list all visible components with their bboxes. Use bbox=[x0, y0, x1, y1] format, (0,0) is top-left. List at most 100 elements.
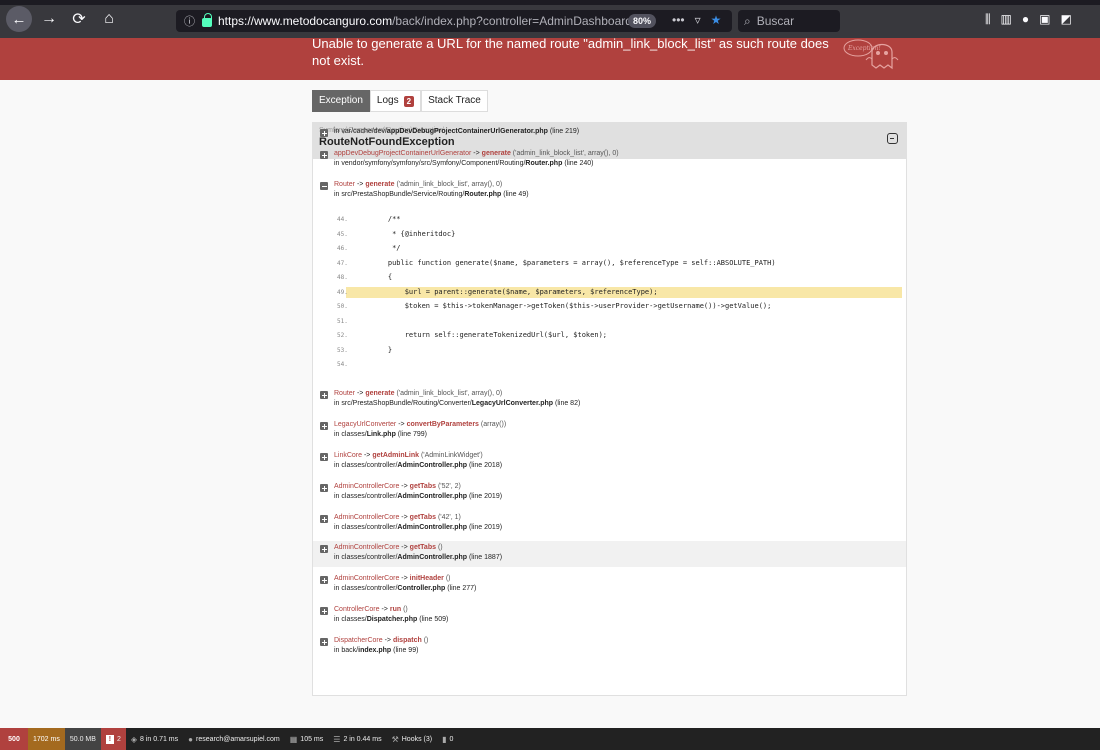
file-name[interactable]: Dispatcher.php bbox=[367, 616, 418, 623]
file-path: in src/PrestaShopBundle/Routing/Converte… bbox=[334, 400, 472, 407]
frame-args: () bbox=[436, 544, 443, 551]
zoom-indicator[interactable]: 80% bbox=[628, 14, 656, 28]
library-icon[interactable]: ⫼ bbox=[985, 12, 991, 27]
trace-frame[interactable]: Router -> generate ('admin_link_block_li… bbox=[313, 389, 906, 411]
expand-icon[interactable] bbox=[320, 484, 328, 492]
frame-args: ('admin_link_block_list', array(), 0) bbox=[394, 181, 503, 188]
file-name[interactable]: AdminController.php bbox=[397, 524, 467, 531]
frame-function: convertByParameters bbox=[406, 421, 479, 428]
error-message: Unable to generate a URL for the named r… bbox=[312, 38, 829, 68]
tab-stack-trace[interactable]: Stack Trace bbox=[421, 90, 488, 112]
code-source: public function generate($name, $paramet… bbox=[371, 258, 776, 267]
home-button[interactable]: ⌂ bbox=[96, 6, 122, 32]
modules-indicator[interactable]: ▮ 0 bbox=[437, 728, 458, 750]
extension-icon-2[interactable]: ◩ bbox=[1060, 12, 1071, 27]
call-arrow: -> bbox=[399, 575, 410, 582]
expand-icon[interactable] bbox=[320, 638, 328, 646]
file-path: in classes/controller/ bbox=[334, 524, 398, 531]
file-name[interactable]: appDevDebugProjectContainerUrlGenerator.… bbox=[387, 128, 548, 135]
queries-indicator[interactable]: ☰ 2 in 0.44 ms bbox=[328, 728, 386, 750]
forward-button[interactable]: → bbox=[36, 6, 62, 32]
frame-function: generate bbox=[365, 390, 395, 397]
trace-frame[interactable]: LegacyUrlConverter -> convertByParameter… bbox=[313, 420, 906, 442]
expand-icon[interactable] bbox=[320, 391, 328, 399]
page-actions-icon[interactable]: ••• bbox=[672, 13, 685, 27]
trace-frame[interactable]: AdminControllerCore -> getTabs ('52', 2)… bbox=[313, 482, 906, 504]
expand-icon[interactable] bbox=[320, 151, 328, 159]
reload-button[interactable]: ⟳ bbox=[66, 6, 92, 32]
expand-icon[interactable] bbox=[320, 453, 328, 461]
trace-frame[interactable]: AdminControllerCore -> getTabs ('42', 1)… bbox=[313, 513, 906, 535]
file-name[interactable]: index.php bbox=[358, 647, 391, 654]
code-source: { bbox=[371, 273, 393, 281]
file-name[interactable]: Router.php bbox=[525, 160, 562, 167]
file-name[interactable]: Link.php bbox=[367, 431, 396, 438]
info-icon[interactable]: ⓘ bbox=[184, 13, 198, 29]
file-name[interactable]: AdminController.php bbox=[397, 493, 467, 500]
frame-call: DispatcherCore -> dispatch () bbox=[334, 636, 906, 646]
expand-icon[interactable] bbox=[320, 607, 328, 615]
code-line: 53. } bbox=[333, 345, 901, 356]
frame-location: in classes/controller/AdminController.ph… bbox=[334, 492, 906, 502]
errors-indicator[interactable]: ! 2 bbox=[100, 728, 126, 750]
code-line-number: 46. bbox=[337, 245, 348, 252]
user-indicator[interactable]: ● research@amarsupiel.com bbox=[183, 728, 285, 750]
expand-icon[interactable] bbox=[320, 422, 328, 430]
hooks-indicator[interactable]: ⚒ Hooks (3) bbox=[387, 728, 438, 750]
frame-function: dispatch bbox=[392, 637, 422, 644]
frame-class: Router bbox=[334, 390, 356, 397]
file-path: in classes/controller/ bbox=[334, 554, 398, 561]
db-time-indicator[interactable]: ▦ 105 ms bbox=[285, 728, 329, 750]
file-path: in var/cache/dev/ bbox=[334, 128, 387, 135]
trace-frame[interactable]: DispatcherCore -> dispatch () in back/ind… bbox=[313, 636, 906, 658]
account-icon[interactable]: ● bbox=[1022, 12, 1029, 27]
request-time[interactable]: 1702 ms bbox=[28, 728, 65, 750]
file-name[interactable]: Router.php bbox=[464, 191, 501, 198]
frame-function: getAdminLink bbox=[372, 452, 419, 459]
call-arrow: -> bbox=[396, 421, 407, 428]
frame-location: in src/PrestaShopBundle/Routing/Converte… bbox=[334, 399, 906, 409]
expand-icon[interactable] bbox=[320, 545, 328, 553]
file-path: in classes/controller/ bbox=[334, 462, 398, 469]
trace-frame[interactable]: appDevDebugProjectContainerUrlGenerator … bbox=[313, 149, 906, 171]
frame-args: ('42', 1) bbox=[436, 514, 461, 521]
lock-icon bbox=[202, 13, 212, 27]
line-number: (line 1887) bbox=[467, 554, 503, 561]
collapse-icon[interactable] bbox=[320, 182, 328, 190]
file-name[interactable]: Controller.php bbox=[397, 585, 445, 592]
trace-frame[interactable]: AdminControllerCore -> getTabs () in clas… bbox=[313, 541, 906, 567]
frame-class: AdminControllerCore bbox=[334, 575, 400, 582]
frame-class: DispatcherCore bbox=[334, 637, 383, 644]
status-code[interactable]: 500 bbox=[0, 728, 28, 750]
user-icon: ● bbox=[188, 734, 193, 744]
tab-exception[interactable]: Exception bbox=[312, 90, 370, 112]
file-name[interactable]: AdminController.php bbox=[397, 462, 467, 469]
expand-icon[interactable] bbox=[320, 515, 328, 523]
bookmark-star-icon[interactable]: ★ bbox=[711, 13, 722, 27]
trace-frame[interactable]: AdminControllerCore -> initHeader () in c… bbox=[313, 574, 906, 596]
cache-indicator[interactable]: ◈ 8 in 0.71 ms bbox=[126, 728, 183, 750]
pocket-icon[interactable]: ▿ bbox=[695, 13, 701, 27]
code-line-number: 54. bbox=[337, 361, 348, 368]
memory-usage[interactable]: 50.0 MB bbox=[64, 728, 101, 750]
trace-frame[interactable]: ControllerCore -> run () in classes/Dispa… bbox=[313, 605, 906, 627]
frame-location: in src/PrestaShopBundle/Service/Routing/… bbox=[334, 190, 906, 200]
frame-class: Router bbox=[334, 181, 356, 188]
trace-frame[interactable]: Router -> generate ('admin_link_block_li… bbox=[313, 180, 906, 202]
expand-icon[interactable] bbox=[320, 129, 328, 137]
frame-location: in back/index.php (line 99) bbox=[334, 646, 906, 656]
frame-call: appDevDebugProjectContainerUrlGenerator … bbox=[334, 149, 906, 159]
frame-call: Router -> generate ('admin_link_block_li… bbox=[334, 389, 906, 399]
url-text[interactable]: https://www.metodocanguro.com/back/index… bbox=[218, 14, 650, 28]
tab-logs[interactable]: Logs 2 bbox=[369, 90, 422, 112]
code-line: 48. { bbox=[333, 272, 901, 283]
extension-icon[interactable]: ▣ bbox=[1039, 12, 1050, 27]
sidebar-icon[interactable]: ▥ bbox=[1001, 12, 1012, 27]
file-name[interactable]: AdminController.php bbox=[397, 554, 467, 561]
search-input[interactable]: ⌕ Buscar bbox=[738, 10, 840, 32]
trace-frame[interactable]: LinkCore -> getAdminLink ('AdminLinkWidg… bbox=[313, 451, 906, 473]
back-button[interactable]: ← bbox=[6, 6, 32, 32]
expand-icon[interactable] bbox=[320, 576, 328, 584]
trace-frame[interactable]: in var/cache/dev/appDevDebugProjectConta… bbox=[313, 127, 906, 147]
file-name[interactable]: LegacyUrlConverter.php bbox=[472, 400, 553, 407]
